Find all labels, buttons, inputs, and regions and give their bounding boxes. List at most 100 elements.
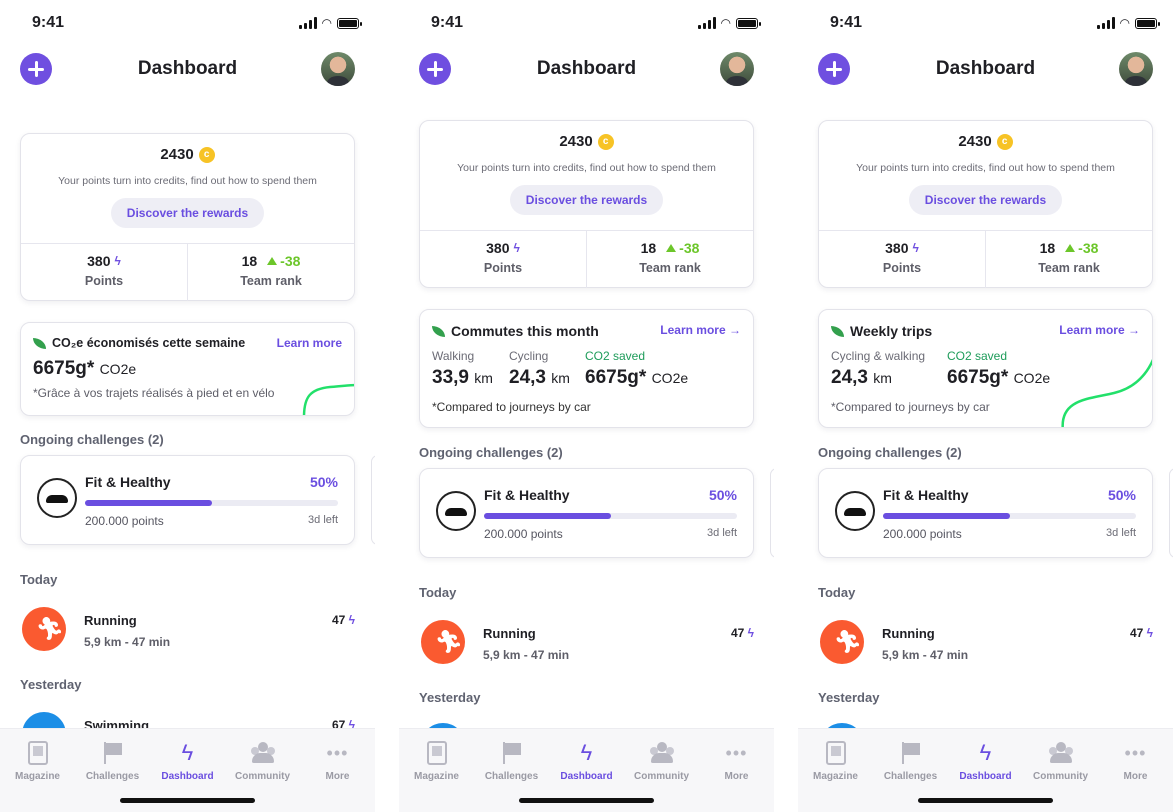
challenge-progress bbox=[484, 513, 737, 519]
home-indicator[interactable] bbox=[120, 798, 255, 803]
challenges-section-title: Ongoing challenges (2) bbox=[419, 445, 563, 460]
points-label: Points bbox=[882, 261, 922, 275]
points-subtitle: Your points turn into credits, find out … bbox=[58, 175, 317, 187]
page-title: Dashboard bbox=[137, 58, 238, 79]
challenge-progress-fill bbox=[85, 500, 212, 506]
magazine-icon bbox=[825, 741, 846, 765]
challenges-section-title: Ongoing challenges (2) bbox=[20, 432, 164, 447]
more-icon: ••• bbox=[725, 743, 748, 763]
activity-running[interactable]: 🏃︎ Running 5,9 km - 47 min 47 ϟ bbox=[818, 618, 1153, 666]
tab-more[interactable]: ••• More bbox=[300, 729, 375, 782]
wifi-icon: ◠ bbox=[1119, 16, 1130, 30]
weekly-trips-card[interactable]: Weekly trips Learn more → Cycling & walk… bbox=[818, 309, 1153, 428]
activity-name: Running bbox=[84, 613, 137, 628]
challenge-card[interactable]: Fit & Healthy 50% 200.000 points 3d left bbox=[818, 468, 1153, 558]
activity-running[interactable]: 🏃︎ Running 5,9 km - 47 min 47 ϟ bbox=[419, 618, 754, 666]
status-bar: 9:41 ◠ bbox=[399, 12, 774, 34]
activity-points: 47 bbox=[1129, 626, 1144, 640]
tab-magazine[interactable]: Magazine bbox=[0, 729, 75, 782]
points-card: 2430 c Your points turn into credits, fin… bbox=[818, 120, 1153, 288]
community-icon bbox=[1049, 741, 1073, 765]
learn-more-link[interactable]: Learn more → bbox=[660, 323, 741, 337]
tab-dashboard[interactable]: ϟ Dashboard bbox=[948, 729, 1023, 783]
challenge-card[interactable]: Fit & Healthy 50% 200.000 points 3d left bbox=[419, 468, 754, 558]
challenges-section-title: Ongoing challenges (2) bbox=[818, 445, 962, 460]
next-challenge-card-peek[interactable] bbox=[371, 455, 375, 545]
co2-saved-label: CO2 saved bbox=[947, 349, 1008, 363]
activity-running[interactable]: 🏃︎ Running 5,9 km - 47 min 47 ϟ bbox=[20, 605, 355, 653]
co2-saved-value: 6675g* bbox=[947, 367, 1009, 388]
commutes-card[interactable]: Commutes this month Learn more → Walking… bbox=[419, 309, 754, 428]
activity-meta: 5,9 km - 47 min bbox=[84, 635, 171, 649]
challenge-progress bbox=[883, 513, 1136, 519]
points-value: 380 bbox=[486, 240, 510, 256]
flag-icon bbox=[500, 741, 524, 765]
cycling-value: 24,3 bbox=[509, 367, 546, 388]
leaf-icon bbox=[831, 325, 844, 337]
learn-more-link[interactable]: Learn more bbox=[277, 336, 342, 350]
tab-challenges[interactable]: Challenges bbox=[873, 729, 948, 782]
green-swoosh bbox=[302, 383, 354, 415]
commutes-title: Commutes this month bbox=[451, 323, 599, 339]
challenge-card[interactable]: Fit & Healthy 50% 200.000 points 3d left bbox=[20, 455, 355, 545]
challenge-points: 200.000 points bbox=[484, 527, 563, 541]
running-icon: 🏃︎ bbox=[820, 620, 864, 664]
challenge-time-left: 3d left bbox=[1106, 527, 1136, 539]
challenge-points: 200.000 points bbox=[883, 527, 962, 541]
bolt-icon: ϟ bbox=[580, 740, 593, 765]
tab-community[interactable]: Community bbox=[624, 729, 699, 782]
discover-rewards-button[interactable]: Discover the rewards bbox=[110, 198, 265, 228]
challenge-progress bbox=[85, 500, 338, 506]
co2-title: CO₂e économisés cette semaine bbox=[52, 336, 246, 350]
avatar[interactable] bbox=[720, 52, 754, 86]
points-label: Points bbox=[483, 261, 523, 275]
challenge-percent: 50% bbox=[708, 487, 737, 503]
tab-bar: Magazine Challenges ϟ Dashboard Community… bbox=[0, 728, 375, 812]
co2-saved-value: 6675g* bbox=[585, 367, 647, 388]
activity-meta: 5,9 km - 47 min bbox=[882, 648, 969, 662]
next-challenge-card-peek[interactable] bbox=[1169, 468, 1173, 558]
tab-challenges[interactable]: Challenges bbox=[474, 729, 549, 782]
co2-card[interactable]: CO₂e économisés cette semaine Learn more… bbox=[20, 322, 355, 416]
screen-weekly-trips: 9:41 ◠ Dashboard 2430 c Your points turn … bbox=[798, 0, 1173, 812]
header: Dashboard bbox=[0, 50, 375, 90]
tab-magazine[interactable]: Magazine bbox=[798, 729, 873, 782]
rank-label: Team rank bbox=[639, 261, 701, 275]
bolt-icon: ϟ bbox=[1146, 626, 1153, 640]
bolt-icon: ϟ bbox=[513, 241, 520, 255]
discover-rewards-button[interactable]: Discover the rewards bbox=[509, 185, 664, 215]
challenge-percent: 50% bbox=[309, 474, 338, 490]
home-indicator[interactable] bbox=[519, 798, 654, 803]
discover-rewards-button[interactable]: Discover the rewards bbox=[908, 185, 1063, 215]
avatar[interactable] bbox=[1119, 52, 1153, 86]
avatar[interactable] bbox=[321, 52, 355, 86]
next-challenge-card-peek[interactable] bbox=[770, 468, 774, 558]
tab-more[interactable]: ••• More bbox=[1098, 729, 1173, 782]
signal-icon bbox=[298, 17, 317, 29]
cycling-walking-label: Cycling & walking bbox=[831, 349, 926, 363]
screen-commutes-month: 9:41 ◠ Dashboard 2430 c Your points turn … bbox=[399, 0, 774, 812]
learn-more-link[interactable]: Learn more → bbox=[1059, 323, 1140, 337]
rank-label: Team rank bbox=[240, 274, 302, 288]
commutes-note: *Compared to journeys by car bbox=[432, 400, 591, 414]
flag-icon bbox=[101, 741, 125, 765]
weekly-trips-title: Weekly trips bbox=[850, 323, 933, 339]
tab-challenges[interactable]: Challenges bbox=[75, 729, 150, 782]
rank-delta: -38 bbox=[267, 253, 300, 269]
page-title: Dashboard bbox=[935, 58, 1036, 79]
tab-more[interactable]: ••• More bbox=[699, 729, 774, 782]
tab-dashboard[interactable]: ϟ Dashboard bbox=[150, 729, 225, 783]
more-icon: ••• bbox=[326, 743, 349, 763]
screen-french: 9:41 ◠ Dashboard 2430 c Your points turn … bbox=[0, 0, 375, 812]
tab-community[interactable]: Community bbox=[1023, 729, 1098, 782]
home-indicator[interactable] bbox=[918, 798, 1053, 803]
magazine-icon bbox=[27, 741, 48, 765]
challenge-name: Fit & Healthy bbox=[883, 487, 969, 503]
tab-dashboard[interactable]: ϟ Dashboard bbox=[549, 729, 624, 783]
tab-magazine[interactable]: Magazine bbox=[399, 729, 474, 782]
points-card: 2430 c Your points turn into credits, fin… bbox=[419, 120, 754, 288]
co2-saved-label: CO2 saved bbox=[585, 349, 646, 363]
bolt-icon: ϟ bbox=[181, 740, 194, 765]
tab-community[interactable]: Community bbox=[225, 729, 300, 782]
running-icon: 🏃︎ bbox=[421, 620, 465, 664]
